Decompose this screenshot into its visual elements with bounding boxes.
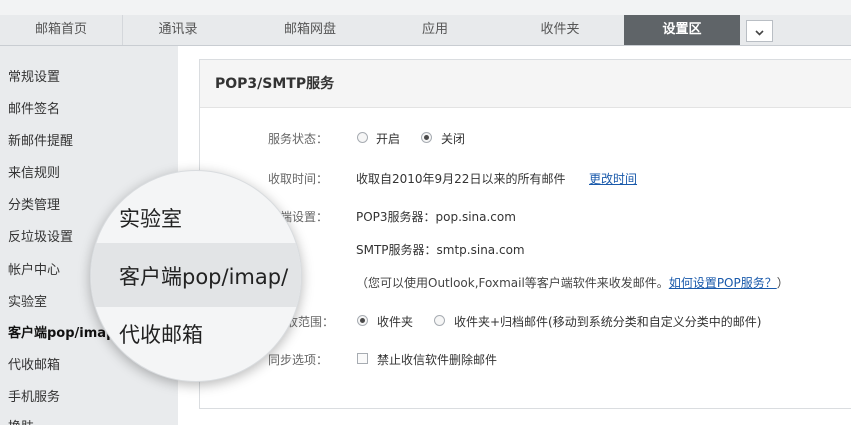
service-status-label: 服务状态： — [268, 132, 329, 146]
smtp-server: SMTP服务器：smtp.sina.com — [356, 243, 525, 257]
sidebar-item-antispam[interactable]: 反垃圾设置 — [8, 226, 73, 245]
pop3-server: POP3服务器：pop.sina.com — [356, 210, 516, 224]
sidebar-item-lab[interactable]: 实验室 — [8, 291, 47, 310]
tab-mail-home[interactable]: 邮箱首页 — [0, 15, 123, 45]
top-strip — [0, 0, 851, 15]
receive-time-label: 收取时间： — [268, 172, 329, 186]
sidebar-item-signature[interactable]: 邮件签名 — [8, 98, 60, 117]
sidebar-item-account[interactable]: 帐户中心 — [8, 259, 60, 278]
magnified-item-fetch-mailbox: 代收邮箱 — [119, 323, 203, 347]
status-on-radio[interactable] — [357, 132, 368, 143]
status-off-label: 关闭 — [441, 132, 466, 146]
magnifier-overlay: 实验室 客户端pop/imap/ 代收邮箱 — [90, 170, 302, 382]
change-time-link[interactable]: 更改时间 — [589, 170, 637, 187]
magnified-item-lab: 实验室 — [119, 207, 182, 231]
chevron-down-icon — [755, 30, 764, 36]
more-tabs-dropdown[interactable] — [746, 20, 773, 42]
tab-settings[interactable]: 设置区 — [624, 15, 740, 45]
status-on-label: 开启 — [376, 132, 401, 146]
status-off-radio[interactable] — [421, 132, 432, 143]
sidebar-item-general[interactable]: 常规设置 — [8, 66, 60, 85]
tab-inbox[interactable]: 收件夹 — [505, 15, 615, 45]
client-tip: （您可以使用Outlook,Foxmail等客户端软件来收发邮件。如何设置POP… — [356, 274, 789, 291]
range-all-radio[interactable] — [434, 315, 445, 326]
tab-apps[interactable]: 应用 — [380, 15, 490, 45]
sync-options-label: 同步选项： — [268, 353, 329, 367]
tab-contacts[interactable]: 通讯录 — [123, 15, 233, 45]
client-tip-suffix: ） — [776, 276, 789, 290]
range-inbox-label: 收件夹 — [377, 315, 414, 329]
sidebar-item-fetch-mailbox[interactable]: 代收邮箱 — [8, 354, 60, 373]
panel-title: POP3/SMTP服务 — [200, 60, 851, 108]
sidebar-item-mobile[interactable]: 手机服务 — [8, 386, 60, 405]
client-tip-prefix: （您可以使用Outlook,Foxmail等客户端软件来收发邮件。 — [356, 276, 669, 290]
sidebar-item-mail-rules[interactable]: 来信规则 — [8, 162, 60, 181]
range-inbox-radio[interactable] — [357, 315, 368, 326]
sidebar-item-skin[interactable]: 换肤 — [8, 416, 34, 425]
sidebar-item-new-mail-alert[interactable]: 新邮件提醒 — [8, 130, 73, 149]
range-all-label: 收件夹+归档邮件(移动到系统分类和自定义分类中的邮件) — [454, 315, 762, 329]
prevent-delete-checkbox[interactable] — [357, 353, 368, 364]
sidebar-item-categories[interactable]: 分类管理 — [8, 194, 60, 213]
pop-help-link[interactable]: 如何设置POP服务？ — [669, 276, 777, 290]
main-tab-bar: 邮箱首页 通讯录 邮箱网盘 应用 收件夹 设置区 — [0, 15, 851, 46]
magnified-item-pop-imap: 客户端pop/imap/ — [119, 265, 289, 289]
sidebar-item-pop-imap[interactable]: 客户端pop/imap — [8, 322, 115, 341]
receive-time-value: 收取自2010年9月22日以来的所有邮件 — [356, 172, 566, 186]
tab-netdisk[interactable]: 邮箱网盘 — [255, 15, 365, 45]
prevent-delete-label: 禁止收信软件删除邮件 — [377, 353, 498, 367]
